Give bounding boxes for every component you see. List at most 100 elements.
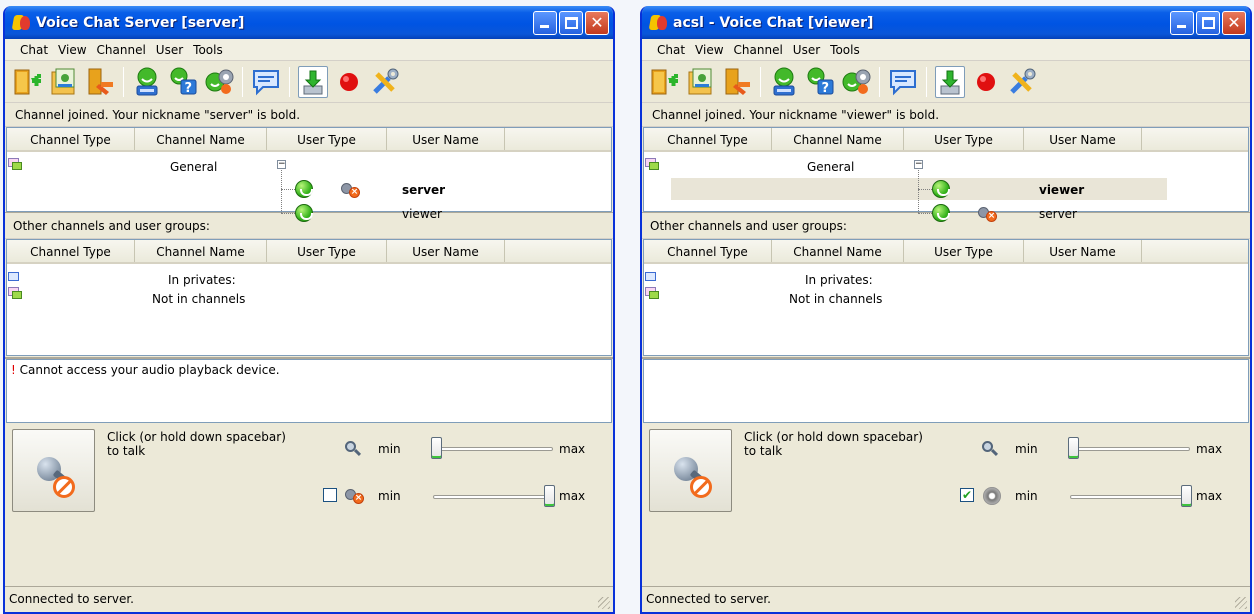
- tools-icon[interactable]: [1007, 66, 1037, 98]
- channel-tree[interactable]: Channel Type Channel Name User Type User…: [643, 127, 1249, 222]
- menu-chat[interactable]: Chat: [15, 43, 53, 57]
- leave-channel-icon[interactable]: [722, 66, 752, 98]
- window-title: acsl - Voice Chat [viewer]: [673, 14, 874, 31]
- message-log[interactable]: [643, 359, 1249, 423]
- user-info-icon[interactable]: [132, 66, 162, 98]
- other-tree-header: Channel Type Channel Name User Type User…: [7, 240, 611, 264]
- group-not-in-channels[interactable]: Not in channels: [152, 292, 245, 306]
- channel-name-general[interactable]: General: [807, 160, 854, 174]
- user-voice-icon[interactable]: [204, 66, 234, 98]
- channel-status-message: Channel joined. Your nickname "server" i…: [5, 103, 613, 127]
- download-icon[interactable]: [935, 65, 965, 98]
- maximize-button[interactable]: [1196, 10, 1220, 35]
- channel-settings-icon[interactable]: [49, 66, 79, 98]
- resize-grip[interactable]: [1235, 597, 1247, 609]
- user-voice-icon[interactable]: [841, 66, 871, 98]
- record-icon[interactable]: [971, 66, 1001, 98]
- tree-line: [918, 189, 932, 190]
- talk-panel: Click (or hold down spacebar) to talk mi…: [642, 423, 1250, 519]
- title-bar[interactable]: Voice Chat Server [server] ✕: [5, 6, 613, 39]
- user-info-icon[interactable]: [769, 66, 799, 98]
- menu-user[interactable]: User: [151, 43, 188, 57]
- col-channel-type[interactable]: Channel Type: [7, 128, 135, 150]
- minimize-button[interactable]: [533, 10, 557, 35]
- speaker-slider-track[interactable]: [433, 495, 553, 499]
- menu-chat[interactable]: Chat: [652, 43, 690, 57]
- menu-user[interactable]: User: [788, 43, 825, 57]
- col-user-type[interactable]: User Type: [267, 240, 387, 262]
- speaker-checkbox[interactable]: ✔: [960, 488, 974, 502]
- close-button[interactable]: ✕: [585, 10, 609, 35]
- col-channel-type[interactable]: Channel Type: [644, 240, 772, 262]
- mic-slider-track[interactable]: [1070, 447, 1190, 451]
- record-icon[interactable]: [334, 66, 364, 98]
- push-to-talk-button[interactable]: [649, 429, 732, 512]
- join-channel-icon[interactable]: [650, 66, 680, 98]
- speaker-volume-slider[interactable]: [1181, 485, 1192, 507]
- channel-tree[interactable]: Channel Type Channel Name User Type User…: [6, 127, 612, 222]
- other-channels-tree[interactable]: Channel Type Channel Name User Type User…: [6, 239, 612, 356]
- svg-text:?: ?: [185, 81, 193, 96]
- user-name[interactable]: viewer: [1039, 183, 1084, 197]
- channel-status-message: Channel joined. Your nickname "viewer" i…: [642, 103, 1250, 127]
- col-channel-type[interactable]: Channel Type: [644, 128, 772, 150]
- alert-mark: !: [11, 363, 16, 377]
- col-channel-name[interactable]: Channel Name: [135, 128, 267, 150]
- tree-line: [281, 189, 295, 190]
- user-name[interactable]: server: [402, 183, 445, 197]
- col-user-name[interactable]: User Name: [1024, 240, 1142, 262]
- app-logo-icon: [648, 14, 668, 32]
- col-user-type[interactable]: User Type: [904, 240, 1024, 262]
- col-user-name[interactable]: User Name: [387, 240, 505, 262]
- user-name[interactable]: viewer: [402, 207, 442, 221]
- leave-channel-icon[interactable]: [85, 66, 115, 98]
- menu-channel[interactable]: Channel: [729, 43, 788, 57]
- join-channel-icon[interactable]: [13, 66, 43, 98]
- push-to-talk-button[interactable]: [12, 429, 95, 512]
- title-bar[interactable]: acsl - Voice Chat [viewer] ✕: [642, 6, 1250, 39]
- minimize-button[interactable]: [1170, 10, 1194, 35]
- menu-channel[interactable]: Channel: [92, 43, 151, 57]
- collapse-toggle-icon[interactable]: −: [277, 160, 286, 169]
- user-name[interactable]: server: [1039, 207, 1077, 221]
- col-channel-type[interactable]: Channel Type: [7, 240, 135, 262]
- message-log[interactable]: ! Cannot access your audio playback devi…: [6, 359, 612, 423]
- speaker-volume-slider[interactable]: [544, 485, 555, 507]
- collapse-toggle-icon[interactable]: −: [914, 160, 923, 169]
- col-user-name[interactable]: User Name: [1024, 128, 1142, 150]
- download-icon[interactable]: [298, 65, 328, 98]
- speaker-checkbox[interactable]: [323, 488, 337, 502]
- tools-icon[interactable]: [370, 66, 400, 98]
- resize-grip[interactable]: [598, 597, 610, 609]
- col-channel-name[interactable]: Channel Name: [135, 240, 267, 262]
- private-chat-icon: [8, 272, 22, 286]
- group-not-in-channels[interactable]: Not in channels: [789, 292, 882, 306]
- col-user-name[interactable]: User Name: [387, 128, 505, 150]
- channel-name-general[interactable]: General: [170, 160, 217, 174]
- maximize-button[interactable]: [559, 10, 583, 35]
- speaker-slider-track[interactable]: [1070, 495, 1190, 499]
- group-in-privates[interactable]: In privates:: [805, 273, 873, 287]
- col-user-type[interactable]: User Type: [267, 128, 387, 150]
- menu-tools[interactable]: Tools: [825, 43, 865, 57]
- col-channel-name[interactable]: Channel Name: [772, 240, 904, 262]
- close-button[interactable]: ✕: [1222, 10, 1246, 35]
- message-icon[interactable]: [251, 66, 281, 98]
- toolbar-separator: [289, 66, 290, 97]
- user-help-icon[interactable]: ?: [168, 66, 198, 98]
- menu-tools[interactable]: Tools: [188, 43, 228, 57]
- message-icon[interactable]: [888, 66, 918, 98]
- server-window: Voice Chat Server [server] ✕ Chat View C…: [3, 6, 615, 614]
- channel-settings-icon[interactable]: [686, 66, 716, 98]
- col-user-type[interactable]: User Type: [904, 128, 1024, 150]
- other-channels-tree[interactable]: Channel Type Channel Name User Type User…: [643, 239, 1249, 356]
- menu-view[interactable]: View: [53, 43, 91, 57]
- mic-slider-track[interactable]: [433, 447, 553, 451]
- talk-instructions: Click (or hold down spacebar) to talk: [744, 430, 923, 458]
- user-help-icon[interactable]: ?: [805, 66, 835, 98]
- menu-view[interactable]: View: [690, 43, 728, 57]
- mic-volume-slider[interactable]: [1068, 437, 1079, 459]
- mic-volume-slider[interactable]: [431, 437, 442, 459]
- col-channel-name[interactable]: Channel Name: [772, 128, 904, 150]
- group-in-privates[interactable]: In privates:: [168, 273, 236, 287]
